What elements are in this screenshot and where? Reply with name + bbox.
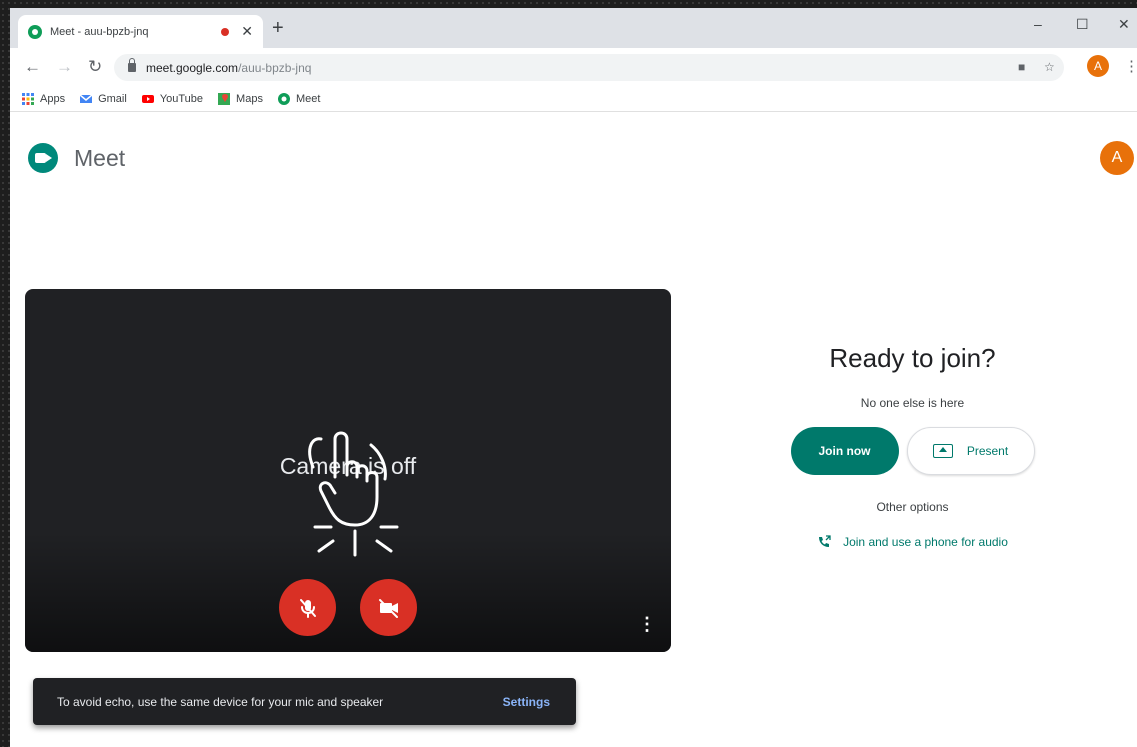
bookmark-label: Gmail: [98, 92, 127, 105]
meet-favicon-icon: [28, 24, 42, 39]
echo-warning-toast: To avoid echo, use the same device for y…: [33, 678, 576, 725]
toast-settings-button[interactable]: Settings: [503, 695, 550, 709]
tab-close-icon[interactable]: ✕: [241, 23, 253, 40]
reload-icon[interactable]: ↻: [88, 57, 102, 77]
apps-grid-icon: [22, 92, 34, 105]
toggle-camera-button[interactable]: [360, 579, 417, 636]
phone-link-label: Join and use a phone for audio: [843, 535, 1008, 549]
more-options-icon[interactable]: ⋮: [638, 614, 656, 635]
bookmark-label: Apps: [40, 92, 66, 105]
new-tab-button[interactable]: +: [272, 17, 284, 40]
meet-icon: [277, 92, 290, 105]
bookmark-star-icon[interactable]: ☆: [1044, 54, 1055, 81]
product-name: Meet: [74, 144, 126, 171]
maximize-button[interactable]: ☐: [1076, 16, 1089, 33]
present-button[interactable]: Present: [906, 427, 1035, 475]
browser-menu-icon[interactable]: ⋮: [1124, 57, 1137, 75]
gmail-icon: [80, 93, 93, 103]
minimize-button[interactable]: –: [1034, 16, 1042, 32]
toast-message: To avoid echo, use the same device for y…: [57, 694, 384, 709]
bookmark-label: Meet: [295, 92, 321, 105]
recording-dot-icon: [221, 27, 230, 36]
join-panel: Ready to join? No one else is here Join …: [750, 343, 1075, 549]
browser-window: Meet - auu-bpzb-jnq ✕ + – ☐ ✕ ← → ↻ meet…: [10, 8, 1137, 747]
phone-icon: [819, 535, 831, 547]
url-host: meet.google.com: [146, 60, 239, 75]
join-now-button[interactable]: Join now: [790, 427, 899, 475]
other-options-label: Other options: [876, 500, 949, 514]
present-label: Present: [966, 444, 1009, 458]
bookmark-maps[interactable]: Maps: [218, 92, 263, 105]
tab-meet[interactable]: Meet - auu-bpzb-jnq ✕: [18, 15, 263, 48]
url-path: /auu-bpzb-jnq: [238, 60, 312, 75]
camera-off-icon: [379, 599, 398, 618]
browser-toolbar: ← → ↻ meet.google.com /auu-bpzb-jnq ■ ☆ …: [10, 48, 1137, 86]
meet-logo[interactable]: Meet: [28, 143, 125, 173]
mic-off-icon: [300, 599, 316, 618]
meet-page: Meet A Camera is off ⋮ Ready to join? No…: [10, 113, 1137, 747]
join-actions: Join now Present: [750, 427, 1075, 475]
forward-arrow-icon[interactable]: →: [56, 57, 73, 77]
maps-icon: [218, 92, 231, 105]
account-avatar[interactable]: A: [1100, 141, 1134, 175]
ready-heading: Ready to join?: [829, 343, 996, 373]
present-screen-icon: [932, 444, 953, 458]
video-preview: Camera is off ⋮: [25, 289, 671, 652]
bookmarks-bar: Apps Gmail YouTube Maps Meet: [10, 86, 1137, 112]
tab-strip: Meet - auu-bpzb-jnq ✕ + – ☐ ✕: [10, 8, 1137, 48]
click-hand-icon: [308, 431, 399, 557]
tab-title: Meet - auu-bpzb-jnq: [50, 25, 149, 38]
bookmark-gmail[interactable]: Gmail: [80, 93, 127, 105]
close-window-button[interactable]: ✕: [1118, 16, 1130, 33]
bookmark-meet[interactable]: Meet: [277, 92, 321, 105]
bookmark-apps[interactable]: Apps: [22, 92, 66, 105]
browser-profile-avatar[interactable]: A: [1087, 55, 1109, 77]
back-arrow-icon[interactable]: ←: [24, 57, 41, 77]
participants-status: No one else is here: [860, 396, 965, 410]
bookmark-youtube[interactable]: YouTube: [141, 92, 204, 105]
toggle-mic-button[interactable]: [279, 579, 336, 636]
lock-icon: [128, 58, 136, 72]
address-bar[interactable]: meet.google.com /auu-bpzb-jnq ■ ☆: [114, 54, 1064, 81]
camera-in-use-icon[interactable]: ■: [1018, 54, 1025, 81]
meet-logo-icon: [28, 143, 58, 173]
bookmark-label: YouTube: [159, 92, 204, 105]
bookmark-label: Maps: [236, 92, 263, 105]
join-by-phone-link[interactable]: Join and use a phone for audio: [750, 535, 1075, 549]
youtube-icon: [141, 94, 154, 103]
